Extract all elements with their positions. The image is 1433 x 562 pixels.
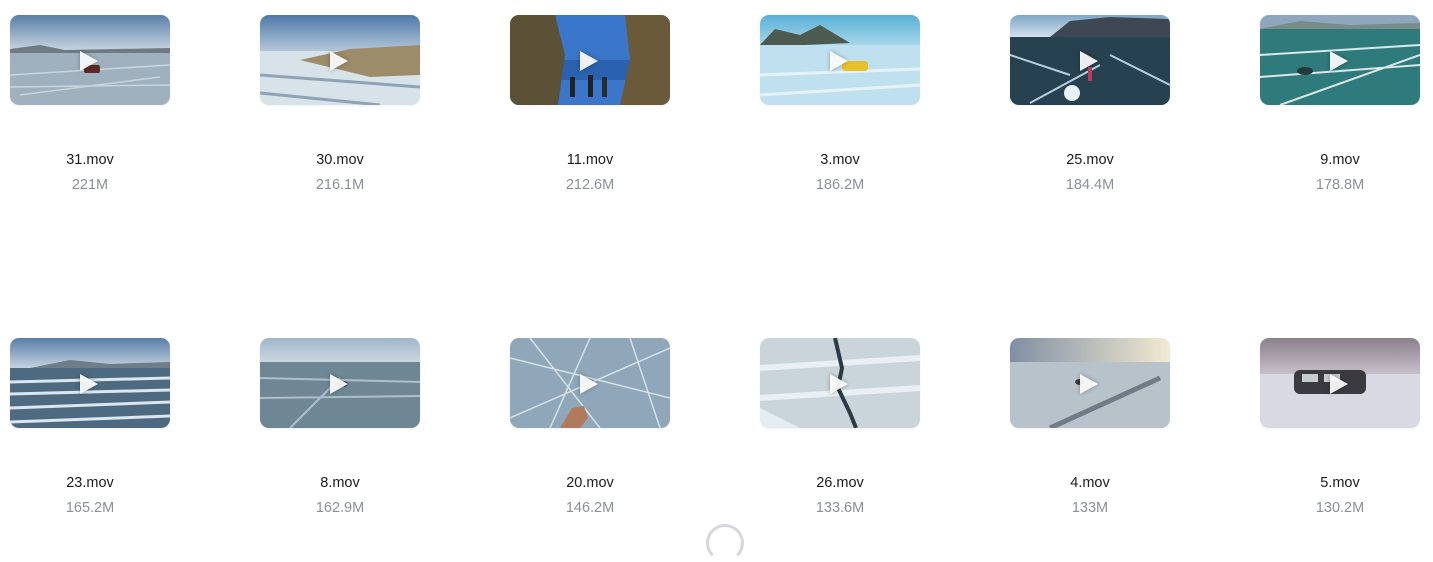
video-thumbnail[interactable] [1010, 338, 1170, 428]
play-icon [80, 374, 98, 394]
file-card[interactable]: 25.mov 184.4M [1010, 15, 1170, 215]
play-icon [330, 51, 348, 71]
file-size: 133.6M [815, 500, 865, 516]
file-name[interactable]: 8.mov [260, 475, 420, 491]
file-size: 162.9M [315, 500, 365, 516]
file-size: 212.6M [565, 177, 615, 193]
file-card[interactable]: 26.mov 133.6M [760, 338, 920, 538]
file-name[interactable]: 26.mov [760, 475, 920, 491]
file-size: 221M [71, 177, 109, 193]
file-card[interactable]: 3.mov 186.2M [760, 15, 920, 215]
file-size: 178.8M [1315, 177, 1365, 193]
video-thumbnail[interactable] [760, 15, 920, 105]
file-size: 133M [1071, 500, 1109, 516]
file-size: 184.4M [1065, 177, 1115, 193]
file-name[interactable]: 25.mov [1010, 152, 1170, 168]
play-icon [1330, 51, 1348, 71]
video-thumbnail[interactable] [760, 338, 920, 428]
file-card[interactable]: 4.mov 133M [1010, 338, 1170, 538]
play-icon [830, 374, 848, 394]
play-icon [80, 51, 98, 71]
file-name[interactable]: 11.mov [510, 152, 670, 168]
video-thumbnail[interactable] [1260, 15, 1420, 105]
file-card[interactable]: 31.mov 221M [10, 15, 170, 215]
play-icon [1330, 374, 1348, 394]
file-size: 216.1M [315, 177, 365, 193]
video-thumbnail[interactable] [260, 338, 420, 428]
file-name[interactable]: 20.mov [510, 475, 670, 491]
file-size: 130.2M [1315, 500, 1365, 516]
video-thumbnail[interactable] [10, 338, 170, 428]
file-name[interactable]: 4.mov [1010, 475, 1170, 491]
file-card[interactable]: 5.mov 130.2M [1260, 338, 1420, 538]
file-size: 165.2M [65, 500, 115, 516]
video-thumbnail[interactable] [510, 15, 670, 105]
video-thumbnail[interactable] [10, 15, 170, 105]
play-icon [1080, 374, 1098, 394]
file-name[interactable]: 3.mov [760, 152, 920, 168]
file-card[interactable]: 11.mov 212.6M [510, 15, 670, 215]
play-icon [330, 374, 348, 394]
file-size: 146.2M [565, 500, 615, 516]
file-card[interactable]: 9.mov 178.8M [1260, 15, 1420, 215]
file-card[interactable]: 23.mov 165.2M [10, 338, 170, 538]
video-thumbnail[interactable] [1010, 15, 1170, 105]
file-name[interactable]: 23.mov [10, 475, 170, 491]
file-name[interactable]: 9.mov [1260, 152, 1420, 168]
file-name[interactable]: 31.mov [10, 152, 170, 168]
video-file-grid: 31.mov 221M 30.mov 216.1M 11.mov 212.6M … [0, 0, 1433, 530]
file-card[interactable]: 20.mov 146.2M [510, 338, 670, 538]
file-name[interactable]: 5.mov [1260, 475, 1420, 491]
file-card[interactable]: 30.mov 216.1M [260, 15, 420, 215]
file-name[interactable]: 30.mov [260, 152, 420, 168]
play-icon [580, 374, 598, 394]
video-thumbnail[interactable] [260, 15, 420, 105]
video-thumbnail[interactable] [510, 338, 670, 428]
file-size: 186.2M [815, 177, 865, 193]
video-thumbnail[interactable] [1260, 338, 1420, 428]
play-icon [580, 51, 598, 71]
play-icon [830, 51, 848, 71]
play-icon [1080, 51, 1098, 71]
file-card[interactable]: 8.mov 162.9M [260, 338, 420, 538]
